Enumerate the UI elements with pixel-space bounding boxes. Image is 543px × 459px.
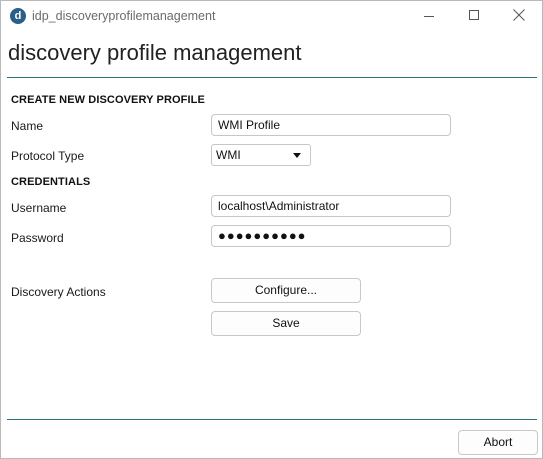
- close-icon: [513, 9, 525, 21]
- page-title: discovery profile management: [8, 40, 302, 65]
- username-field[interactable]: localhost\Administrator: [211, 195, 451, 217]
- create-section-title: CREATE NEW DISCOVERY PROFILE: [11, 94, 205, 106]
- window-title: idp_discoveryprofilemanagement: [32, 9, 216, 23]
- protocol-type-value: WMI: [216, 148, 241, 162]
- app-window: d idp_discoveryprofilemanagement discove…: [0, 0, 543, 459]
- title-bar[interactable]: d idp_discoveryprofilemanagement: [1, 1, 542, 32]
- minimize-icon: [424, 16, 434, 17]
- footer-divider: [7, 419, 537, 420]
- name-label: Name: [11, 119, 44, 133]
- header-divider: [7, 77, 537, 78]
- maximize-button[interactable]: [451, 1, 497, 32]
- configure-button[interactable]: Configure...: [211, 278, 361, 303]
- app-logo-icon: d: [10, 8, 26, 24]
- protocol-type-select[interactable]: WMI: [211, 144, 311, 166]
- close-button[interactable]: [496, 1, 542, 32]
- password-label: Password: [11, 231, 64, 245]
- save-button[interactable]: Save: [211, 311, 361, 336]
- minimize-button[interactable]: [406, 1, 452, 32]
- credentials-section-title: CREDENTIALS: [11, 176, 91, 188]
- discovery-actions-label: Discovery Actions: [11, 285, 106, 299]
- username-label: Username: [11, 201, 67, 215]
- protocol-type-label: Protocol Type: [11, 149, 85, 163]
- password-field[interactable]: ●●●●●●●●●●: [211, 225, 451, 247]
- abort-button[interactable]: Abort: [458, 430, 538, 455]
- maximize-icon: [469, 10, 479, 20]
- chevron-down-icon: [293, 153, 301, 158]
- name-field[interactable]: WMI Profile: [211, 114, 451, 136]
